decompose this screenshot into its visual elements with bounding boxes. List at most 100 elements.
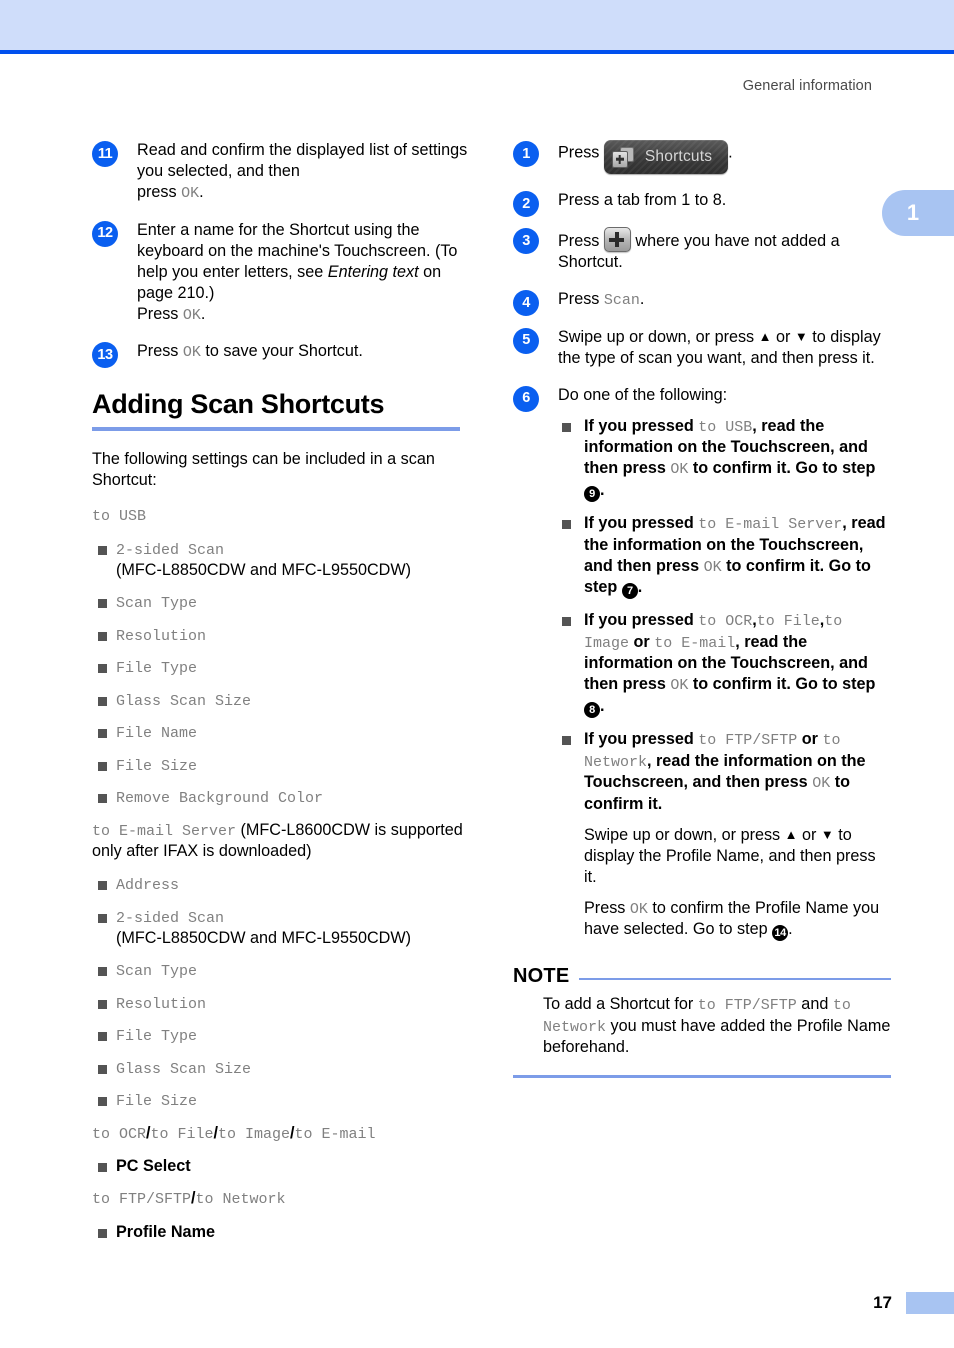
step-reference-badge: 7 — [621, 583, 638, 600]
list-item: File Type — [92, 657, 472, 679]
list-item: File Size — [92, 1090, 472, 1112]
step-number: 13 — [92, 342, 118, 369]
step-text-press: press — [137, 183, 182, 202]
setting-note: (MFC-L8850CDW and MFC-L9550CDW) — [116, 561, 412, 579]
machine-text-group: to Network — [195, 1191, 286, 1209]
sub-bullet-list: If you pressed to USB, read the informat… — [558, 416, 891, 942]
sub-text: . — [600, 696, 605, 715]
sub-text: If you pressed — [584, 611, 699, 630]
machine-text-group: to USB — [92, 508, 147, 525]
list-item: Scan Type — [92, 960, 472, 982]
settings-group-label: to OCR/to File/to Image/to E-mail — [92, 1123, 472, 1145]
sub-text: . — [600, 480, 605, 499]
list-item: If you pressed to OCR,to File,to Image o… — [558, 610, 891, 719]
setting-name: Profile Name — [116, 1222, 215, 1241]
sub-text: or — [797, 730, 823, 749]
list-item: Glass Scan Size — [92, 1058, 472, 1080]
machine-text: to File — [756, 613, 820, 631]
sub-text: If you pressed — [584, 730, 699, 749]
running-header: General information — [742, 78, 872, 94]
machine-text: to FTP/SFTP — [697, 997, 797, 1015]
step-text: Read and confirm the displayed list of s… — [137, 141, 468, 181]
list-item: If you pressed to E-mail Server, read th… — [558, 513, 891, 600]
section-heading: Adding Scan Shortcuts — [92, 388, 385, 419]
setting-name: Resolution — [116, 627, 207, 645]
page-top-band — [0, 0, 954, 54]
setting-name: File Type — [116, 660, 198, 678]
list-item: 2-sided Scan (MFC-L8850CDW and MFC-L9550C… — [92, 539, 472, 582]
step-text: Do one of the following: — [558, 385, 728, 404]
setting-name: File Size — [116, 757, 198, 775]
setting-note: (MFC-L8850CDW and MFC-L9550CDW) — [116, 929, 412, 948]
machine-text-group: to E-mail Server — [92, 822, 237, 840]
machine-text: to E-mail — [654, 634, 736, 652]
step-text-period: . — [199, 183, 204, 202]
machine-text-ok: OK — [181, 185, 200, 203]
step-number: 4 — [513, 290, 539, 317]
section-heading-rule — [92, 426, 460, 431]
settings-group-label: to USB — [92, 505, 472, 527]
step-reference-badge: 8 — [584, 702, 600, 719]
step-item: 6 Do one of the following: If you presse… — [513, 385, 891, 942]
sub-text: Swipe up or down, or press — [584, 825, 785, 844]
step-number: 2 — [513, 191, 539, 217]
setting-name: Glass Scan Size — [116, 692, 252, 710]
setting-name: Scan Type — [116, 595, 198, 613]
page-number: 17 — [873, 1293, 892, 1312]
machine-text-ok: OK — [670, 461, 689, 479]
list-item: Glass Scan Size — [92, 690, 472, 712]
sub-paragraph: Press OK to confirm the Profile Name you… — [584, 898, 891, 942]
section-intro-text: The following settings can be included i… — [92, 449, 435, 489]
step-text: Press — [558, 143, 604, 162]
sub-text: . — [637, 578, 643, 597]
step-text-period: . — [200, 304, 206, 323]
step-text: Press a tab from 1 to 8. — [558, 191, 727, 209]
machine-text-ok: OK — [703, 558, 722, 576]
left-column: 11 Read and confirm the displayed list o… — [92, 140, 472, 1254]
list-item: 2-sided Scan (MFC-L8850CDW and MFC-L9550C… — [92, 907, 472, 950]
step-number: 12 — [92, 220, 118, 247]
setting-name: 2-sided Scan — [116, 909, 225, 927]
step-text: Press — [558, 290, 604, 309]
sub-text: . — [788, 920, 793, 939]
up-arrow-icon: ▲ — [758, 328, 772, 344]
settings-group-label: to FTP/SFTP/to Network — [92, 1188, 472, 1210]
page-footer: 17 — [873, 1292, 954, 1314]
right-column: 1 Press Shortcuts. 2 Press a tab from 1 … — [513, 140, 891, 1078]
chapter-tab: 1 — [882, 190, 954, 236]
down-arrow-icon: ▼ — [794, 328, 808, 344]
note-body: To add a Shortcut for to FTP/SFTP and to… — [543, 994, 891, 1058]
step-item: 3 Press where you have not added a Short… — [513, 227, 891, 273]
step-text: Press — [558, 232, 604, 251]
machine-text: to E-mail Server — [698, 516, 843, 534]
machine-text-group: to OCR — [92, 1125, 147, 1143]
list-item: Remove Background Color — [92, 787, 472, 809]
setting-name: File Type — [116, 1028, 198, 1046]
machine-text-ok: OK — [629, 900, 648, 918]
step-item: 12 Enter a name for the Shortcut using t… — [92, 220, 472, 326]
step-item: 4 Press Scan. — [513, 289, 891, 317]
note-text: To add a Shortcut for — [543, 995, 698, 1014]
plus-icon[interactable] — [603, 227, 631, 253]
setting-name: Address — [116, 877, 180, 895]
step-text: or — [771, 327, 795, 346]
note-block: NOTE To add a Shortcut for to FTP/SFTP a… — [513, 965, 891, 1078]
machine-text-group: to Image — [218, 1125, 291, 1143]
step-text-period: . — [639, 290, 645, 309]
note-header-rule — [579, 978, 891, 980]
step-number: 1 — [513, 141, 539, 167]
step-item: 1 Press Shortcuts. — [513, 140, 891, 174]
shortcuts-button[interactable]: Shortcuts — [604, 140, 728, 174]
setting-name: File Size — [116, 1093, 198, 1111]
setting-name: Scan Type — [116, 963, 198, 981]
list-item: Profile Name — [92, 1222, 472, 1243]
setting-name: File Name — [116, 725, 198, 743]
step-text-press: Press — [137, 342, 183, 361]
up-arrow-icon: ▲ — [784, 826, 798, 842]
setting-name: Resolution — [116, 995, 207, 1013]
list-item: If you pressed to FTP/SFTP or to Network… — [558, 729, 891, 942]
step-item: 11 Read and confirm the displayed list o… — [92, 140, 472, 204]
step-number: 5 — [513, 327, 539, 354]
machine-text-group: to File — [150, 1125, 214, 1143]
note-bottom-rule — [513, 1074, 891, 1078]
